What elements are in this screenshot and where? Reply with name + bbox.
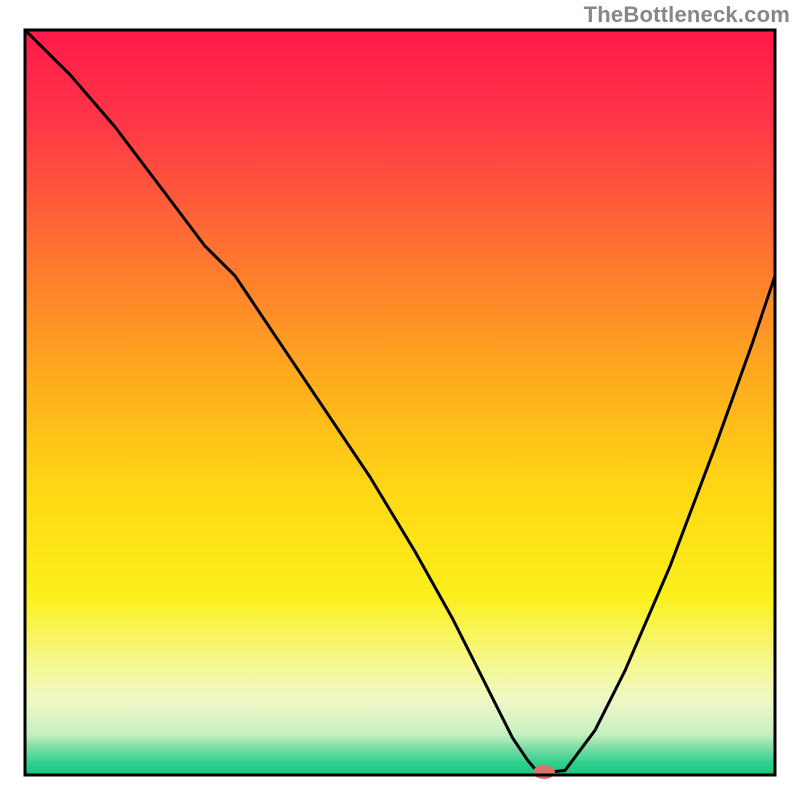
chart-svg (0, 0, 800, 800)
chart-stage: TheBottleneck.com (0, 0, 800, 800)
watermark-text: TheBottleneck.com (584, 2, 790, 28)
optimal-marker (533, 765, 555, 779)
gradient-background (25, 30, 775, 775)
